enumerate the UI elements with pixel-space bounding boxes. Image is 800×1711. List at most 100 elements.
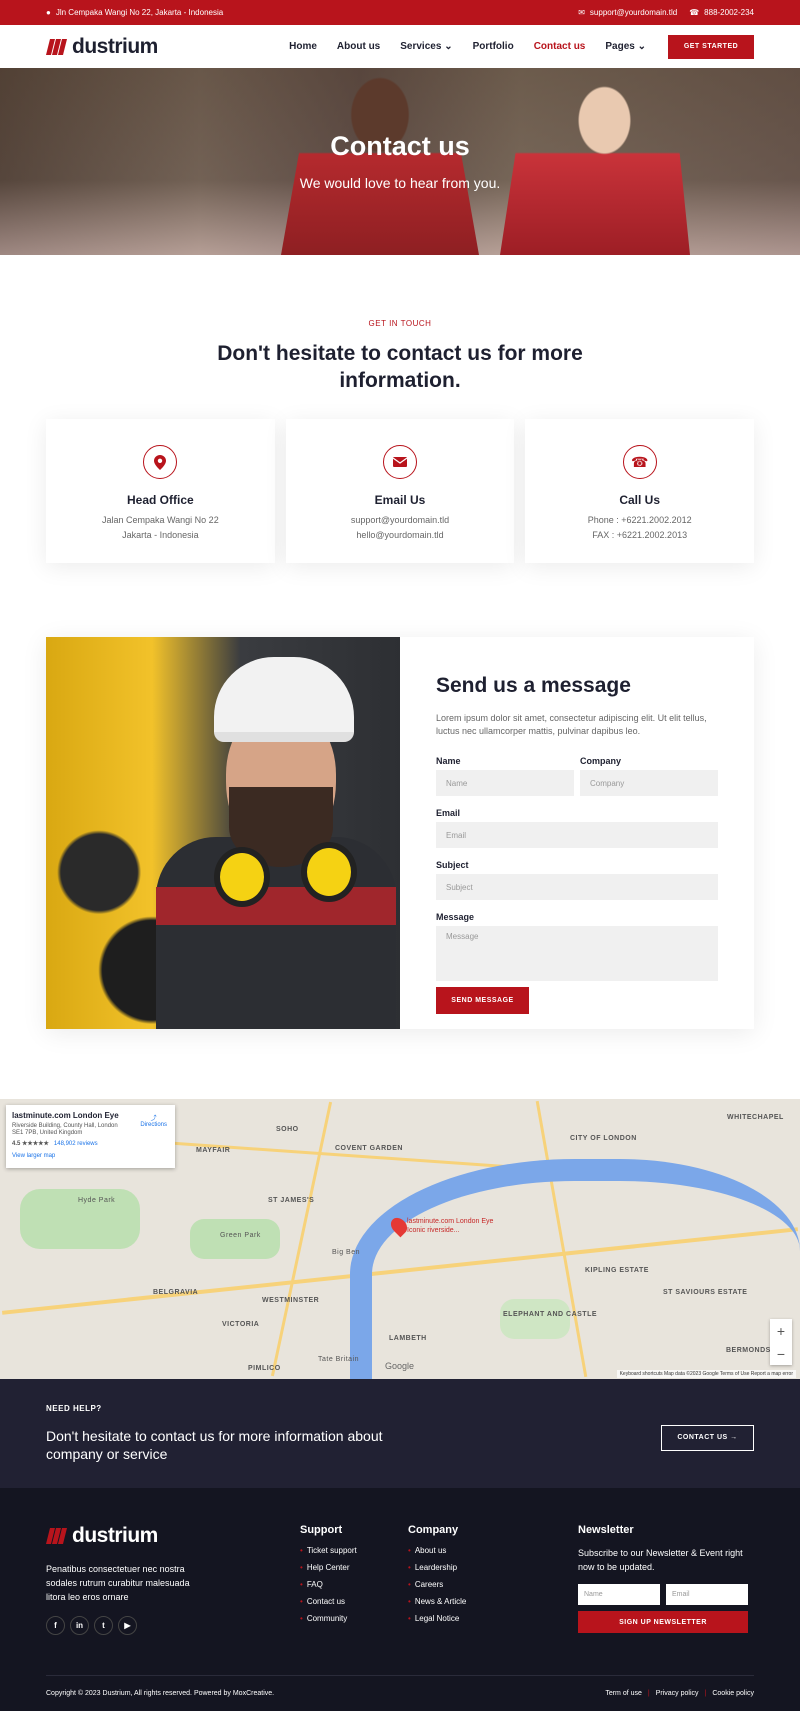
email-input[interactable]: Email [436,822,718,848]
subject-label: Subject [436,860,469,870]
form-title: Send us a message [436,674,631,697]
section-eyebrow: GET IN TOUCH [368,319,432,328]
zoom-in-button[interactable]: + [777,1323,785,1339]
nav-pages[interactable]: Pages ⌄ [605,41,646,52]
footer-newsletter: Newsletter Subscribe to our Newsletter &… [578,1524,748,1635]
footer-link[interactable]: FAQ [300,1580,408,1589]
place-rating: 4.5 ★★★★★ 148,902 reviews [12,1140,169,1147]
map-label: Green Park [220,1232,261,1239]
get-started-button[interactable]: GET STARTED [668,34,754,59]
chevron-down-icon: ⌄ [444,41,453,52]
footer-bottom: Copyright © 2023 Dustrium, All rights re… [46,1675,754,1711]
footer-link[interactable]: News & Article [408,1597,578,1606]
card-call: ☎ Call Us Phone : +6221.2002.2012 FAX : … [525,419,755,563]
cookie-link[interactable]: Cookie policy [712,1690,754,1697]
footer-link[interactable]: Ticket support [300,1546,408,1555]
get-in-touch-section: GET IN TOUCH Don't hesitate to contact u… [0,319,800,394]
copyright: Copyright © 2023 Dustrium, All rights re… [46,1690,275,1697]
need-help-text: Don't hesitate to contact us for more in… [46,1428,383,1462]
message-textarea[interactable]: Message [436,926,718,981]
pin-subtitle: Iconic riverside... [407,1227,460,1234]
footer-link[interactable]: About us [408,1546,578,1555]
terms-link[interactable]: Term of use [605,1690,642,1697]
phone-text[interactable]: 888-2002-234 [704,8,754,17]
logo[interactable]: dustrium [46,35,158,59]
card-line: Jalan Cempaka Wangi No 22 [101,515,219,525]
map-road [270,1101,333,1377]
youtube-icon[interactable]: ▶ [118,1616,137,1635]
footer-company: Company About us Leardership Careers New… [408,1524,578,1635]
need-help-label: NEED HELP? [46,1404,102,1413]
nav-pages-label: Pages [605,41,635,52]
facebook-icon[interactable]: f [46,1616,65,1635]
map-label: BELGRAVIA [153,1289,199,1296]
card-line[interactable]: hello@yourdomain.tld [356,530,443,541]
map-label: WHITECHAPEL [727,1114,784,1121]
card-line[interactable]: Phone : +6221.2002.2012 [588,515,692,526]
card-title: Head Office [126,493,194,507]
main-nav: Home About us Services ⌄ Portfolio Conta… [289,34,754,59]
linkedin-icon[interactable]: in [70,1616,89,1635]
ear-defender-shape [214,847,270,907]
chevron-down-icon: ⌄ [637,41,646,52]
footer-about: Penatibus consectetuer nec nostra sodale… [46,1564,190,1602]
google-logo: Google [385,1361,415,1371]
nav-portfolio[interactable]: Portfolio [473,41,514,52]
directions-button[interactable]: ⤴ Directions [140,1113,167,1128]
newsletter-signup-button[interactable]: SIGN UP NEWSLETTER [578,1611,748,1633]
footer-logo[interactable]: dustrium [46,1524,300,1548]
phone-icon: ☎ [622,445,657,479]
need-help-section: NEED HELP? Don't hesitate to contact us … [0,1379,800,1488]
phone-info[interactable]: ☎ 888-2002-234 [689,8,754,17]
email-text[interactable]: support@yourdomain.tld [590,8,677,17]
newsletter-name-input[interactable]: Name [578,1584,660,1605]
contact-us-button[interactable]: CONTACT US → [661,1424,754,1451]
larger-map-link[interactable]: View larger map [12,1153,169,1159]
map-label: KIPLING ESTATE [585,1267,649,1274]
card-line[interactable]: support@yourdomain.tld [351,515,449,526]
form-description: Lorem ipsum dolor sit amet, consectetur … [436,713,707,736]
map-footer[interactable]: Keyboard shortcuts Map data ©2023 Google… [616,1370,796,1378]
newsletter-email-input[interactable]: Email [666,1584,748,1605]
map-label: ELEPHANT AND CASTLE [503,1311,598,1318]
map-label: MAYFAIR [196,1147,231,1154]
footer-link[interactable]: Careers [408,1580,578,1589]
card-line: FAX : +6221.2002.2013 [592,530,688,540]
card-email: Email Us support@yourdomain.tld hello@yo… [285,419,515,563]
social-links: f in t ▶ [46,1616,300,1635]
logo-text: dustrium [72,1524,158,1547]
map-pin-label[interactable]: lastminute.com London Eye Iconic riversid… [407,1217,493,1235]
map-label: BERMONDS [726,1347,771,1354]
zoom-out-button[interactable]: − [777,1346,785,1362]
reviews-link[interactable]: 148,902 reviews [54,1141,98,1147]
footer-link[interactable]: Leardership [408,1563,578,1572]
card-head-office: Head Office Jalan Cempaka Wangi No 22 Ja… [46,419,275,563]
send-message-button[interactable]: SEND MESSAGE [436,987,529,1014]
embedded-map[interactable]: SOHO MAYFAIR COVENT GARDEN CITY OF LONDO… [0,1099,800,1379]
card-title: Call Us [619,493,661,507]
site-footer: dustrium Penatibus consectetuer nec nost… [0,1488,800,1711]
nav-home[interactable]: Home [289,41,317,52]
name-input[interactable]: Name [436,770,574,796]
nav-contact[interactable]: Contact us [534,41,586,52]
page-subtitle: We would love to hear from you. [299,175,501,191]
place-address: Riverside Building, County Hall, London … [12,1123,118,1136]
subject-input[interactable]: Subject [436,874,718,900]
map-label: Tate Britain [318,1356,360,1363]
twitter-icon[interactable]: t [94,1616,113,1635]
jacket-stripe [156,887,396,925]
directions-icon: ⤴ [150,1116,157,1122]
footer-link[interactable]: Legal Notice [408,1614,578,1623]
email-label: Email [436,808,461,818]
nav-services[interactable]: Services ⌄ [400,41,452,52]
footer-link[interactable]: Contact us [300,1597,408,1606]
privacy-link[interactable]: Privacy policy [656,1690,699,1697]
email-info[interactable]: ✉ support@yourdomain.tld [578,8,677,17]
message-label: Message [436,912,475,922]
map-label: Hyde Park [78,1197,116,1204]
footer-link[interactable]: Help Center [300,1563,408,1572]
footer-link[interactable]: Community [300,1614,408,1623]
address-text: Jln Cempaka Wangi No 22, Jakarta - Indon… [55,8,224,17]
company-input[interactable]: Company [580,770,718,796]
nav-about[interactable]: About us [337,41,380,52]
